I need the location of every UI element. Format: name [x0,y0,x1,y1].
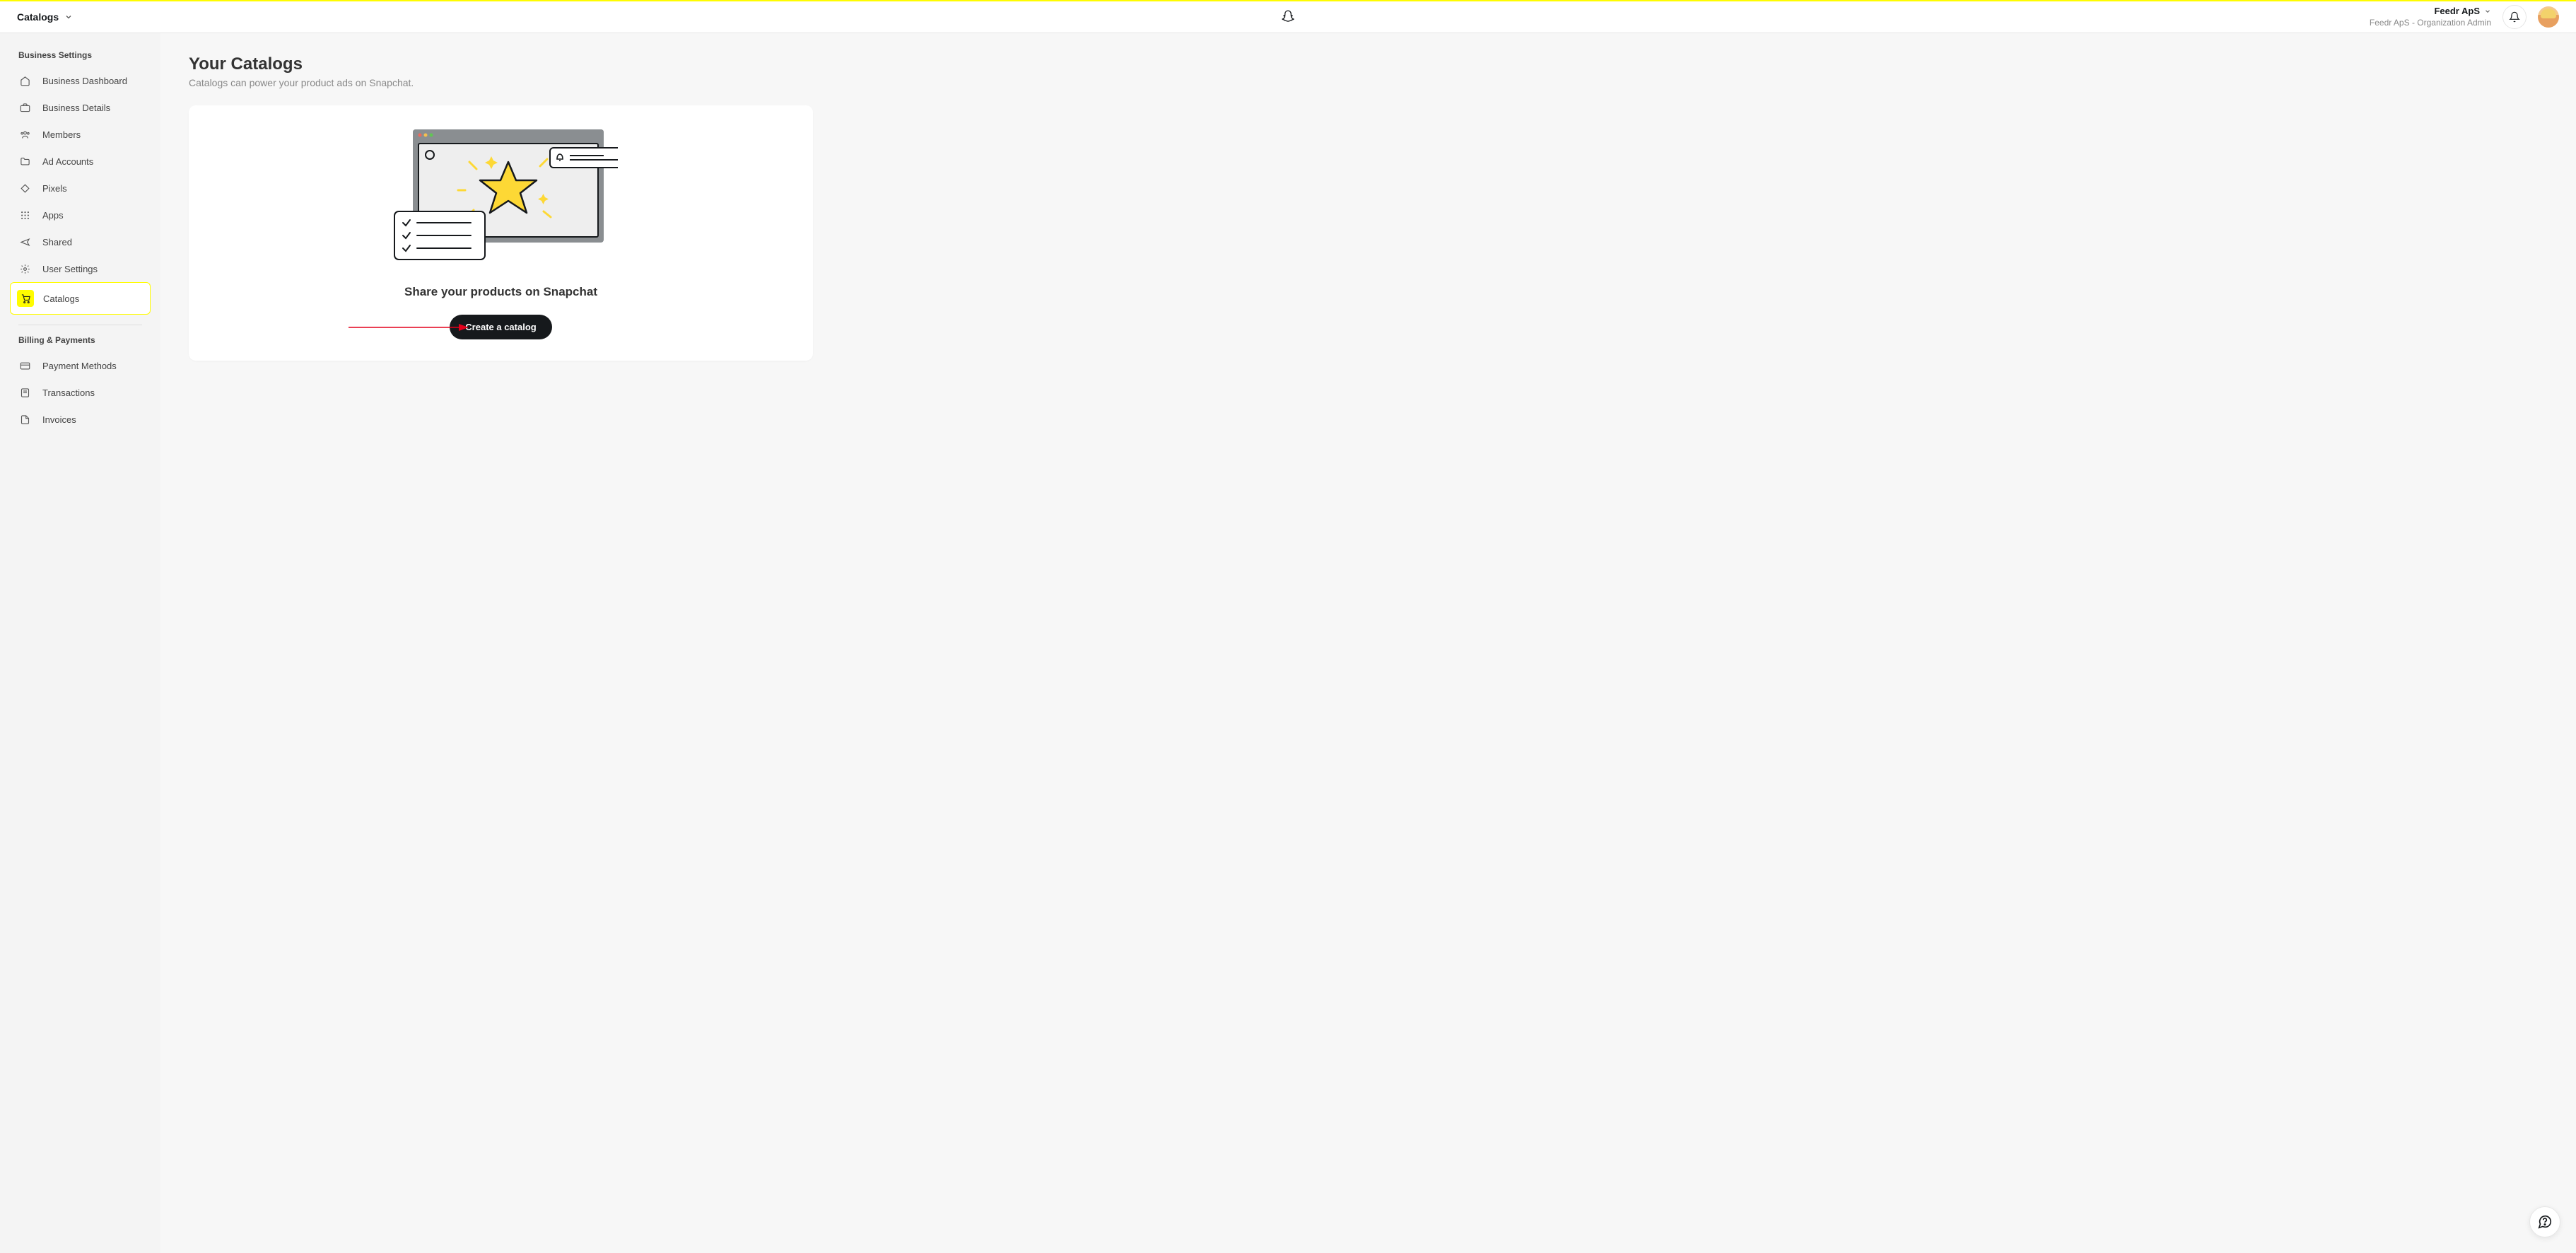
sidebar-item-ad-accounts[interactable]: Ad Accounts [10,148,151,175]
bell-icon [2509,11,2520,23]
sidebar: Business Settings Business Dashboard Bus… [0,33,160,1253]
chevron-down-icon [2484,8,2491,15]
sidebar-item-label: Catalogs [43,293,79,304]
page-subtitle: Catalogs can power your product ads on S… [189,77,2548,88]
sidebar-item-members[interactable]: Members [10,121,151,148]
empty-state-card: Share your products on Snapchat Create a… [189,105,813,361]
sidebar-item-business-dashboard[interactable]: Business Dashboard [10,67,151,94]
notifications-button[interactable] [2502,5,2527,29]
avatar[interactable] [2538,6,2559,28]
home-icon [18,74,31,87]
sidebar-item-label: Business Details [42,103,110,113]
breadcrumb-label: Catalogs [17,11,59,23]
sidebar-item-label: Members [42,129,81,140]
share-icon [18,235,31,248]
sidebar-item-label: Ad Accounts [42,156,93,167]
sidebar-item-label: Payment Methods [42,361,117,371]
topbar-right: Feedr ApS Feedr ApS - Organization Admin [2370,5,2559,29]
layout: Business Settings Business Dashboard Bus… [0,33,2576,1253]
transactions-icon [18,386,31,399]
apps-icon [18,209,31,221]
card-heading: Share your products on Snapchat [210,285,792,299]
sidebar-item-label: Invoices [42,414,76,425]
help-icon [2537,1214,2553,1230]
sidebar-item-label: Pixels [42,183,67,194]
card-button-row: Create a catalog [210,315,792,339]
card-icon [18,359,31,372]
sidebar-item-catalogs[interactable]: Catalogs [10,282,151,315]
page-title: Your Catalogs [189,54,2548,74]
sidebar-item-label: Shared [42,237,72,247]
gear-icon [18,262,31,275]
sidebar-item-label: Apps [42,210,64,221]
sidebar-section-business: Business Settings [10,50,151,67]
sidebar-item-user-settings[interactable]: User Settings [10,255,151,282]
illustration [210,127,792,268]
account-role: Feedr ApS - Organization Admin [2370,18,2491,29]
catalog-illustration [385,127,618,268]
main-content: Your Catalogs Catalogs can power your pr… [160,33,2576,1253]
sidebar-item-label: Business Dashboard [42,76,127,86]
sidebar-item-pixels[interactable]: Pixels [10,175,151,202]
chevron-down-icon [64,13,73,21]
sidebar-item-business-details[interactable]: Business Details [10,94,151,121]
help-button[interactable] [2529,1206,2560,1237]
sidebar-item-label: Transactions [42,387,95,398]
page-header: Your Catalogs Catalogs can power your pr… [189,54,2548,88]
sidebar-item-transactions[interactable]: Transactions [10,379,151,406]
create-catalog-button[interactable]: Create a catalog [450,315,551,339]
sidebar-item-invoices[interactable]: Invoices [10,406,151,433]
invoice-icon [18,413,31,426]
briefcase-icon [18,101,31,114]
sidebar-item-payment-methods[interactable]: Payment Methods [10,352,151,379]
account-name: Feedr ApS [2434,6,2480,18]
folder-icon [18,155,31,168]
account-switcher[interactable]: Feedr ApS Feedr ApS - Organization Admin [2370,6,2491,28]
sidebar-item-shared[interactable]: Shared [10,228,151,255]
members-icon [18,128,31,141]
breadcrumb-dropdown[interactable]: Catalogs [17,11,73,23]
pixel-icon [18,182,31,194]
snapchat-logo[interactable] [1280,9,1296,25]
sidebar-item-label: User Settings [42,264,98,274]
sidebar-item-apps[interactable]: Apps [10,202,151,228]
topbar: Catalogs Feedr ApS Feedr ApS - Organizat… [0,1,2576,33]
cart-icon [17,290,34,307]
sidebar-section-billing: Billing & Payments [10,335,151,352]
